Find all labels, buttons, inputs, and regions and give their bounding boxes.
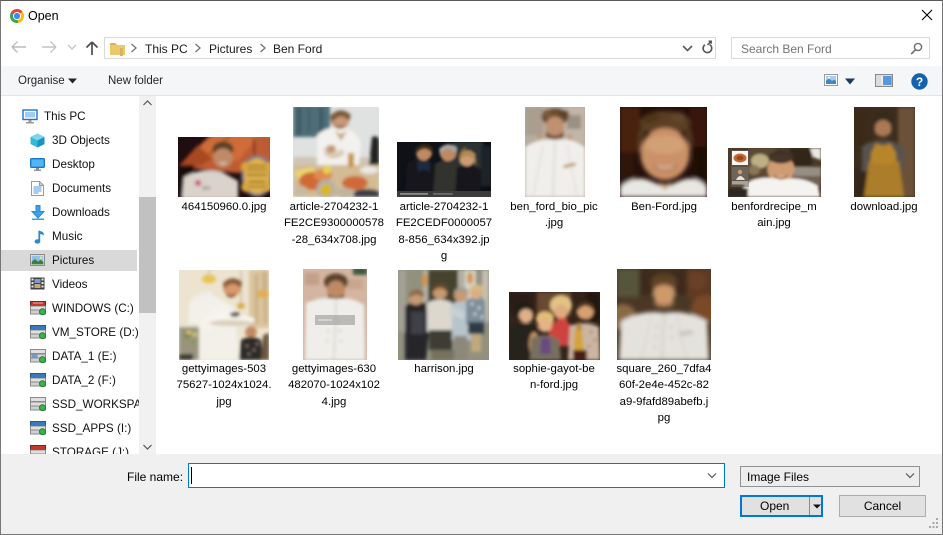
svg-text:?: ? xyxy=(916,75,923,89)
